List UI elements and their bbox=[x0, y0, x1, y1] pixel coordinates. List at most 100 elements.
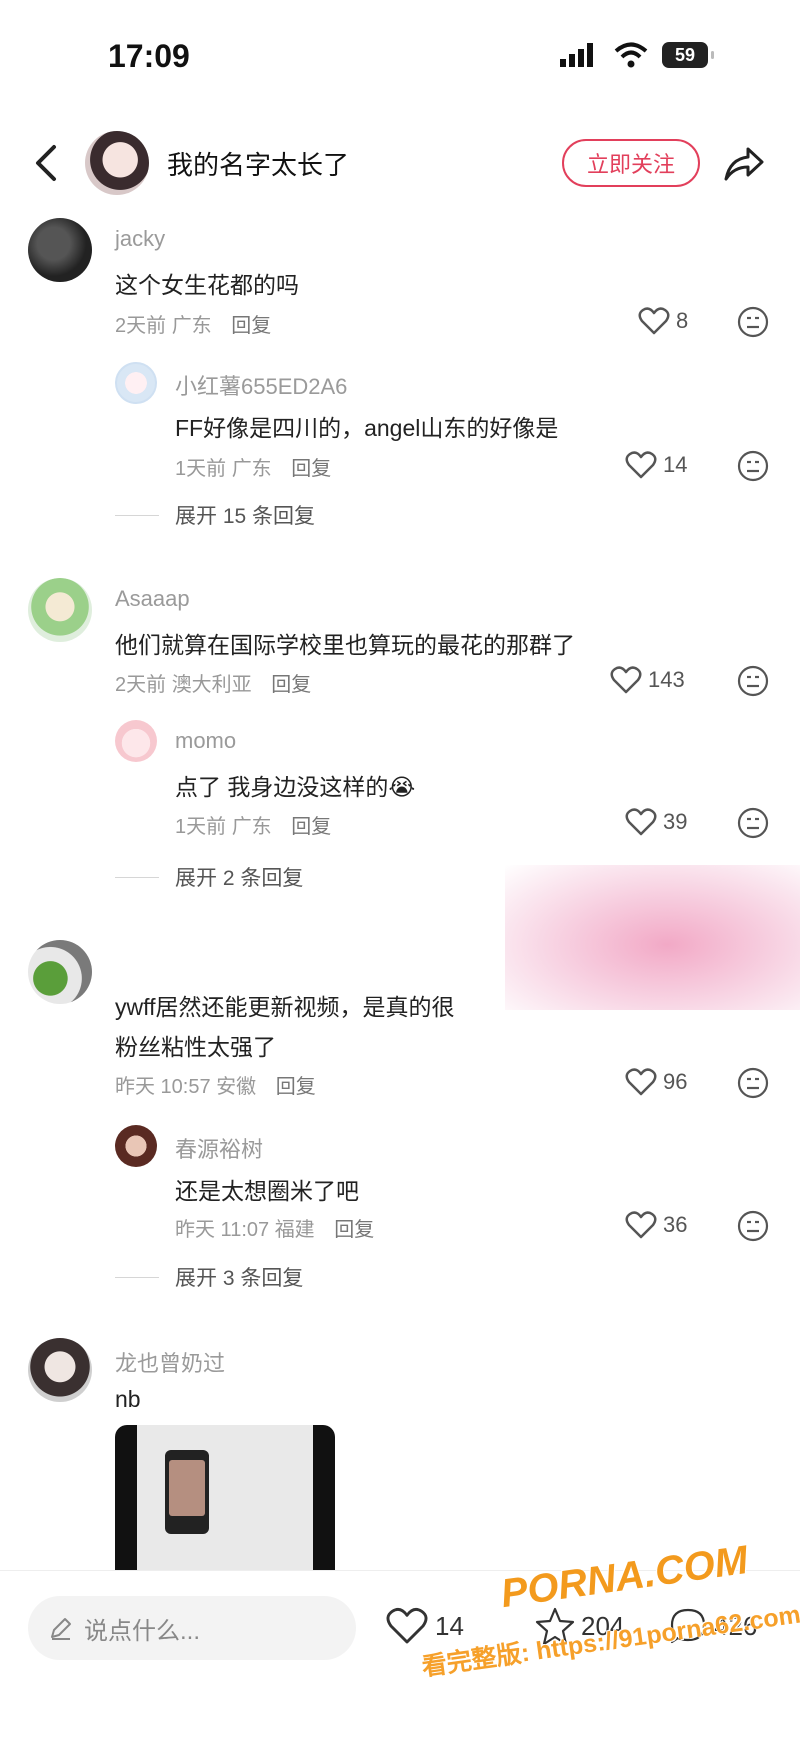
comment-image[interactable] bbox=[115, 1425, 335, 1570]
comment-username[interactable]: 龙也曾奶过 bbox=[115, 1346, 225, 1378]
expand-replies[interactable]: 展开 3 条回复 bbox=[115, 1262, 303, 1292]
comment-text-line1[interactable]: ywff居然还能更新视频，是真的很 bbox=[115, 988, 454, 1022]
dislike-icon[interactable] bbox=[737, 1210, 769, 1242]
author-avatar[interactable] bbox=[85, 131, 149, 195]
comment-username[interactable]: jacky bbox=[115, 226, 165, 252]
reply-time: 昨天 11:07 bbox=[175, 1219, 270, 1241]
heart-icon bbox=[625, 808, 657, 836]
expand-replies[interactable]: 展开 2 条回复 bbox=[115, 862, 303, 892]
like-count: 8 bbox=[676, 308, 689, 333]
reply-time: 1天前 bbox=[175, 816, 227, 838]
heart-icon bbox=[625, 1211, 657, 1239]
like-count: 36 bbox=[663, 1212, 688, 1237]
like-button[interactable]: 143 bbox=[610, 665, 685, 695]
comment-location: 广东 bbox=[171, 315, 212, 337]
like-button[interactable]: 8 bbox=[638, 306, 688, 336]
blurred-overlay bbox=[505, 865, 800, 1010]
dislike-icon[interactable] bbox=[737, 1067, 769, 1099]
like-button[interactable]: 14 bbox=[625, 450, 687, 480]
dislike-icon[interactable] bbox=[737, 665, 769, 697]
comment-username[interactable]: Asaaap bbox=[115, 586, 190, 612]
reply-button[interactable]: 回复 bbox=[271, 674, 311, 696]
dislike-icon[interactable] bbox=[737, 807, 769, 839]
follow-button[interactable]: 立即关注 bbox=[562, 139, 700, 187]
status-bar: 17:09 59 bbox=[0, 0, 800, 110]
comment-location: 安徽 bbox=[216, 1076, 257, 1098]
reply-meta: 1天前 广东 回复 bbox=[175, 452, 331, 481]
expand-replies[interactable]: 展开 15 条回复 bbox=[115, 500, 315, 530]
status-time: 17:09 bbox=[108, 38, 190, 74]
comment-time: 2天前 bbox=[115, 674, 167, 696]
dislike-icon[interactable] bbox=[737, 306, 769, 338]
header: 我的名字太长了 立即关注 bbox=[0, 125, 800, 205]
avatar[interactable] bbox=[28, 1338, 92, 1402]
comment-text[interactable]: 他们就算在国际学校里也算玩的最花的那群了 bbox=[115, 626, 575, 660]
image-phone bbox=[165, 1450, 209, 1534]
avatar[interactable] bbox=[115, 362, 157, 404]
reply-meta: 昨天 11:07 福建 回复 bbox=[175, 1213, 374, 1242]
comment-location: 澳大利亚 bbox=[171, 674, 252, 696]
comment-time: 昨天 10:57 bbox=[115, 1076, 211, 1098]
reply-location: 广东 bbox=[231, 458, 272, 480]
comment-text[interactable]: 这个女生花都的吗 bbox=[115, 266, 299, 300]
reply-username[interactable]: 春源裕树 bbox=[175, 1132, 263, 1164]
pencil-icon bbox=[51, 1618, 71, 1640]
reply-text-content[interactable]: 点了 我身边没这样的 bbox=[175, 774, 388, 800]
reply-text[interactable]: FF好像是四川的，angel山东的好像是 bbox=[175, 409, 558, 443]
status-icons: 59 bbox=[560, 40, 714, 70]
reply-button[interactable]: 回复 bbox=[231, 315, 271, 337]
reply-username[interactable]: momo bbox=[175, 728, 236, 754]
heart-icon bbox=[625, 451, 657, 479]
watermark-logo: PORNA.COM bbox=[498, 1537, 751, 1617]
avatar[interactable] bbox=[115, 1125, 157, 1167]
input-placeholder: 说点什么... bbox=[84, 1617, 201, 1645]
like-button[interactable]: 36 bbox=[625, 1210, 687, 1240]
battery-indicator: 59 bbox=[662, 42, 714, 68]
dislike-icon[interactable] bbox=[737, 450, 769, 482]
heart-icon bbox=[638, 307, 670, 335]
divider bbox=[115, 876, 159, 878]
divider bbox=[115, 514, 159, 516]
reply-time: 1天前 bbox=[175, 458, 227, 480]
expand-label[interactable]: 展开 15 条回复 bbox=[175, 500, 315, 530]
expand-label[interactable]: 展开 2 条回复 bbox=[175, 862, 303, 892]
comment-time: 2天前 bbox=[115, 315, 167, 337]
reply-location: 福建 bbox=[274, 1219, 315, 1241]
comment-meta: 2天前 澳大利亚 回复 bbox=[115, 668, 311, 697]
image-screen bbox=[137, 1425, 313, 1570]
reply-username[interactable]: 小红薯655ED2A6 bbox=[175, 369, 347, 401]
divider bbox=[115, 1276, 159, 1278]
reply-button[interactable]: 回复 bbox=[291, 458, 331, 480]
heart-icon bbox=[625, 1068, 657, 1096]
avatar[interactable] bbox=[28, 218, 92, 282]
avatar[interactable] bbox=[28, 578, 92, 642]
comment-text[interactable]: nb bbox=[115, 1386, 141, 1413]
comment-input[interactable]: 说点什么... bbox=[28, 1596, 356, 1660]
watermark-url: 看完整版: https://91porna62.com bbox=[420, 1600, 800, 1682]
like-count: 96 bbox=[663, 1069, 688, 1094]
avatar[interactable] bbox=[115, 720, 157, 762]
heart-icon bbox=[610, 666, 642, 694]
share-icon[interactable] bbox=[722, 141, 766, 185]
expand-label[interactable]: 展开 3 条回复 bbox=[175, 1262, 303, 1292]
reply-button[interactable]: 回复 bbox=[276, 1076, 316, 1098]
reply-text[interactable]: 还是太想圈米了吧 bbox=[175, 1172, 359, 1206]
avatar[interactable] bbox=[28, 940, 92, 1004]
like-count: 143 bbox=[648, 667, 685, 692]
like-button[interactable]: 96 bbox=[625, 1067, 687, 1097]
back-icon[interactable] bbox=[28, 141, 64, 185]
reply-meta: 1天前 广东 回复 bbox=[175, 810, 331, 839]
reply-button[interactable]: 回复 bbox=[291, 816, 331, 838]
watermark: PORNA.COM 看完整版: https://91porna62.com bbox=[420, 1538, 800, 1705]
comment-meta: 2天前 广东 回复 bbox=[115, 309, 271, 338]
reply-text: 点了 我身边没这样的😭 bbox=[175, 768, 415, 802]
author-name[interactable]: 我的名字太长了 bbox=[167, 145, 349, 182]
like-count: 39 bbox=[663, 809, 688, 834]
like-button[interactable]: 39 bbox=[625, 807, 687, 837]
comment-text-line2[interactable]: 粉丝粘性太强了 bbox=[115, 1028, 276, 1062]
reply-location: 广东 bbox=[231, 816, 272, 838]
crying-emoji-icon: 😭 bbox=[388, 774, 416, 800]
wifi-icon bbox=[614, 42, 648, 68]
signal-icon bbox=[560, 43, 593, 67]
reply-button[interactable]: 回复 bbox=[334, 1219, 374, 1241]
